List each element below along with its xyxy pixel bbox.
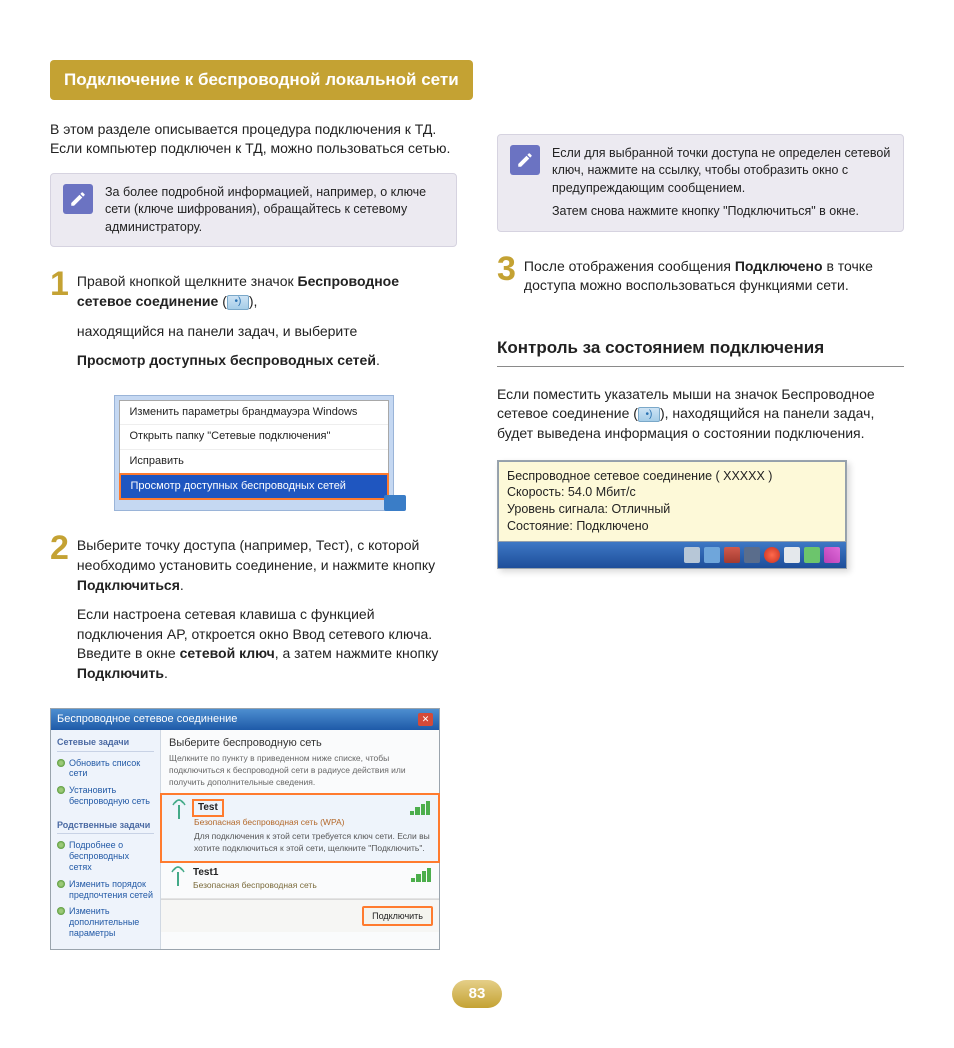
signal-icon xyxy=(410,801,430,815)
wifi-tray-icon xyxy=(638,407,660,422)
system-tray xyxy=(498,542,846,568)
tray-icon[interactable] xyxy=(684,547,700,563)
step-1-para2: находящийся на панели задач, и выберите xyxy=(77,322,457,342)
dialog-sidebar: Сетевые задачи Обновить список сети Уста… xyxy=(51,730,161,949)
network-name: Test xyxy=(192,799,224,817)
tray-icon[interactable] xyxy=(804,547,820,563)
step-3-number: 3 xyxy=(497,254,516,306)
step-1: 1 Правой кнопкой щелкните значок Беспров… xyxy=(50,269,457,380)
ctx-item-repair[interactable]: Исправить xyxy=(120,450,388,474)
tray-icon[interactable] xyxy=(764,547,780,563)
tooltip-line-3: Уровень сигнала: Отличный xyxy=(507,501,837,518)
tray-icon[interactable] xyxy=(744,547,760,563)
connect-button[interactable]: Подключить xyxy=(362,906,433,927)
sidebar-link-more[interactable]: Подробнее о беспроводных сетях xyxy=(57,838,154,876)
wifi-tray-icon xyxy=(384,495,406,511)
monitor-para: Если поместить указатель мыши на значок … xyxy=(497,385,904,444)
tooltip-screenshot: Беспроводное сетевое соединение ( XXXXX … xyxy=(497,460,847,570)
sidebar-link-advanced[interactable]: Изменить дополнительные параметры xyxy=(57,904,154,942)
page-number: 83 xyxy=(452,980,502,1008)
section-title: Подключение к беспроводной локальной сет… xyxy=(50,60,473,100)
network-item-test1[interactable]: Test1 Безопасная беспроводная сеть xyxy=(161,862,439,899)
step-2-number: 2 xyxy=(50,533,69,693)
tray-icon[interactable] xyxy=(824,547,840,563)
left-column: В этом разделе описывается процедура под… xyxy=(50,120,457,950)
network-security: Безопасная беспроводная сеть xyxy=(193,880,431,892)
ctx-item-view-networks[interactable]: Просмотр доступных беспроводных сетей xyxy=(119,473,389,500)
close-icon[interactable]: ✕ xyxy=(418,713,433,726)
network-item-test[interactable]: Test Безопасная беспроводная сеть (WPA) … xyxy=(160,793,440,863)
tray-icon[interactable] xyxy=(784,547,800,563)
step-2: 2 Выберите точку доступа (например, Тест… xyxy=(50,533,457,693)
antenna-icon xyxy=(169,866,187,892)
antenna-icon xyxy=(170,799,188,855)
step-2-para2: Если настроена сетевая клавиша с функцие… xyxy=(77,605,457,683)
note-box-left: За более подробной информацией, например… xyxy=(50,173,457,248)
note-box-right: Если для выбранной точки доступа не опре… xyxy=(497,134,904,232)
step-1-number: 1 xyxy=(50,269,69,380)
network-desc: Для подключения к этой сети требуется кл… xyxy=(194,831,430,855)
sidebar-link-refresh[interactable]: Обновить список сети xyxy=(57,756,154,784)
ctx-item-open-folder[interactable]: Открыть папку "Сетевые подключения" xyxy=(120,425,388,449)
context-menu-screenshot: Изменить параметры брандмауэра Windows О… xyxy=(114,395,394,512)
sidebar-link-order[interactable]: Изменить порядок предпочтения сетей xyxy=(57,877,154,905)
step-2-para1: Выберите точку доступа (например, Тест),… xyxy=(77,536,457,595)
pencil-icon xyxy=(63,184,93,214)
sidebar-link-setup[interactable]: Установить беспроводную сеть xyxy=(57,783,154,811)
tooltip-line-1: Беспроводное сетевое соединение ( XXXXX … xyxy=(507,468,837,485)
dialog-main-sub: Щелкните по пункту в приведенном ниже сп… xyxy=(161,753,439,794)
step-1-para: Правой кнопкой щелкните значок Беспровод… xyxy=(77,272,457,311)
tooltip-line-4: Состояние: Подключено xyxy=(507,518,837,535)
pencil-icon xyxy=(510,145,540,175)
wifi-tray-icon xyxy=(227,295,249,310)
sub-heading-monitoring: Контроль за состоянием подключения xyxy=(497,336,904,367)
sidebar-heading-1: Сетевые задачи xyxy=(57,736,154,752)
intro-text: В этом разделе описывается процедура под… xyxy=(50,120,457,159)
dialog-title: Беспроводное сетевое соединение xyxy=(57,712,237,727)
tooltip-line-2: Скорость: 54.0 Мбит/с xyxy=(507,484,837,501)
network-security: Безопасная беспроводная сеть (WPA) xyxy=(194,817,430,829)
signal-icon xyxy=(411,868,431,882)
step-3: 3 После отображения сообщения Подключено… xyxy=(497,254,904,306)
sidebar-heading-2: Родственные задачи xyxy=(57,819,154,835)
ctx-item-firewall[interactable]: Изменить параметры брандмауэра Windows xyxy=(120,401,388,425)
right-column: Если для выбранной точки доступа не опре… xyxy=(497,120,904,950)
note-left-text: За более подробной информацией, например… xyxy=(105,184,444,237)
dialog-main-heading: Выберите беспроводную сеть xyxy=(161,730,439,753)
note-right-text-1: Если для выбранной точки доступа не опре… xyxy=(552,145,891,198)
step-3-para: После отображения сообщения Подключено в… xyxy=(524,257,904,296)
network-name: Test1 xyxy=(193,866,431,880)
tray-icon[interactable] xyxy=(724,547,740,563)
note-right-text-2: Затем снова нажмите кнопку "Подключиться… xyxy=(552,203,891,221)
tray-icon[interactable] xyxy=(704,547,720,563)
wireless-dialog: Беспроводное сетевое соединение ✕ Сетевы… xyxy=(50,708,440,950)
step-1-para3: Просмотр доступных беспроводных сетей. xyxy=(77,351,457,371)
